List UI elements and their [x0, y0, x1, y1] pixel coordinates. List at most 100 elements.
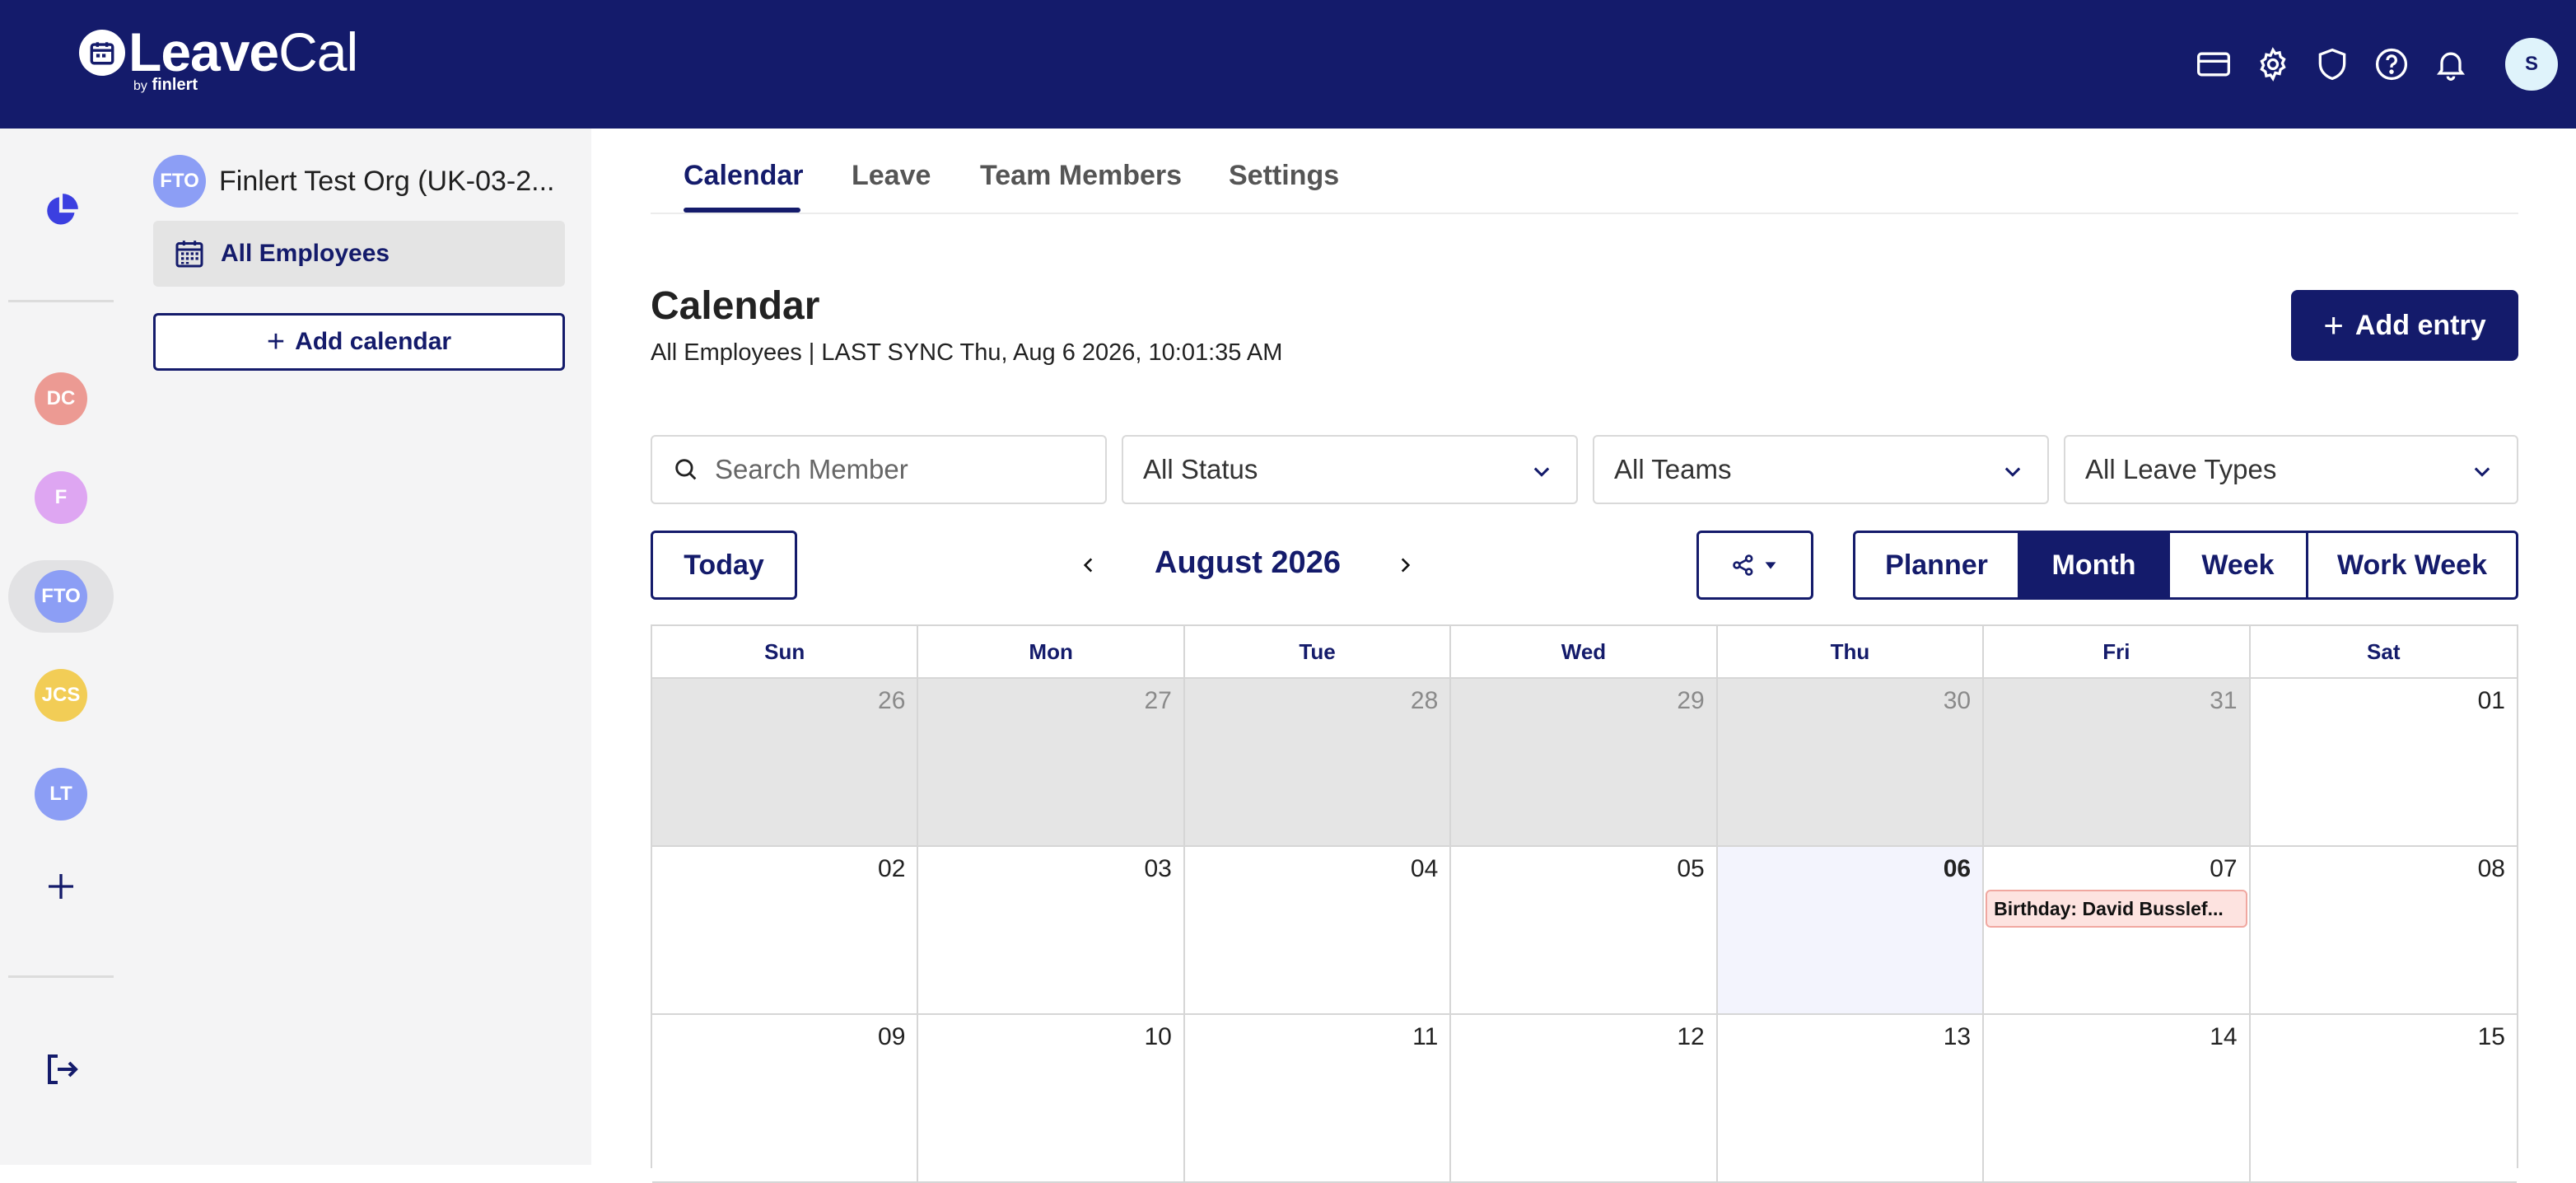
calendar-day-cell[interactable]: 11 [1184, 1015, 1452, 1183]
calendar-day-cell[interactable]: 29 [1451, 679, 1718, 847]
add-calendar-button[interactable]: + Add calendar [153, 313, 565, 371]
current-month-label: August 2026 [1155, 545, 1341, 580]
logo-byline: by finlert [133, 76, 198, 94]
calendar-day-cell[interactable]: 27 [918, 679, 1185, 847]
month-calendar-grid: Sun Mon Tue Wed Thu Fri Sat 26 27 28 29 30 31 01 02 03 0… [651, 624, 2518, 1183]
view-switcher: Planner Month Week Work Week [1853, 531, 2518, 600]
workspace-avatar: JCS [35, 669, 87, 722]
top-bar-actions: S [2184, 0, 2576, 129]
search-member-input[interactable]: Search Member [651, 435, 1107, 504]
rail-workspace-f[interactable]: F [8, 461, 114, 534]
view-month-button[interactable]: Month [2020, 533, 2170, 597]
day-number: 29 [1677, 687, 1705, 714]
rail-workspace-jcs[interactable]: JCS [8, 659, 114, 732]
page-title: Calendar [651, 284, 820, 328]
day-number: 27 [1144, 687, 1172, 714]
calendar-day-cell[interactable]: 02 [652, 847, 919, 1015]
calendar-icon [175, 241, 203, 268]
leavecal-logo[interactable]: LeaveCal by finlert [79, 25, 358, 99]
calendar-day-cell[interactable]: 30 [1717, 679, 1985, 847]
calendar-day-cell[interactable]: 28 [1184, 679, 1452, 847]
gear-icon[interactable] [2243, 35, 2303, 94]
day-number: 01 [2477, 687, 2505, 714]
add-workspace-plus-icon[interactable] [8, 850, 114, 923]
view-work-week-button[interactable]: Work Week [2308, 533, 2516, 597]
bell-icon[interactable] [2421, 35, 2480, 94]
today-button[interactable]: Today [651, 531, 797, 600]
day-number: 09 [878, 1023, 906, 1050]
calendar-day-cell[interactable]: 05 [1451, 847, 1718, 1015]
search-icon [675, 459, 697, 480]
calendar-day-cell[interactable]: 08 [2250, 847, 2517, 1015]
calendar-day-cell[interactable]: 04 [1184, 847, 1452, 1015]
weekday-header-mon: Mon [918, 626, 1185, 679]
calendar-item-all-employees[interactable]: All Employees [153, 221, 565, 287]
weekday-header-tue: Tue [1184, 626, 1452, 679]
tab-team-members[interactable]: Team Members [980, 160, 1182, 192]
billing-card-icon[interactable] [2184, 35, 2243, 94]
calendar-day-cell[interactable]: 01 [2250, 679, 2517, 847]
day-number: 05 [1677, 855, 1705, 882]
calendar-item-label: All Employees [221, 240, 390, 267]
tab-leave[interactable]: Leave [852, 160, 931, 192]
leave-types-select[interactable]: All Leave Types [2064, 435, 2518, 504]
day-number: 31 [2210, 687, 2238, 714]
day-number: 03 [1144, 855, 1172, 882]
workspace-avatar: LT [35, 768, 87, 821]
workspace-rail: DC F FTO JCS LT [0, 129, 127, 1165]
logout-icon[interactable] [8, 1033, 114, 1106]
calendar-day-cell[interactable]: 31 [1984, 679, 2251, 847]
view-week-button[interactable]: Week [2170, 533, 2308, 597]
active-tab-indicator [684, 208, 800, 213]
shield-icon[interactable] [2303, 35, 2362, 94]
view-planner-button[interactable]: Planner [1855, 533, 2020, 597]
day-number: 12 [1677, 1023, 1705, 1050]
share-icon [1733, 554, 1753, 576]
workspace-avatar: DC [35, 372, 87, 425]
calendar-event-birthday[interactable]: Birthday: David Busslef... [1986, 890, 2248, 928]
calendar-day-cell[interactable]: 06 [1717, 847, 1985, 1015]
help-icon[interactable] [2362, 35, 2421, 94]
org-avatar: FTO [153, 155, 206, 208]
add-entry-label: Add entry [2354, 309, 2486, 341]
day-number: 11 [1412, 1023, 1439, 1050]
plus-icon: + [266, 325, 286, 359]
dashboard-pie-icon[interactable] [8, 175, 114, 247]
tab-settings[interactable]: Settings [1229, 160, 1339, 192]
day-number: 06 [1943, 855, 1972, 882]
main-tabs: Calendar Leave Team Members Settings [651, 129, 2518, 214]
org-name: Finlert Test Org (UK-03-2... [219, 165, 555, 197]
calendar-day-cell[interactable]: 26 [652, 679, 919, 847]
weekday-header-sun: Sun [652, 626, 919, 679]
day-number: 07 [2210, 855, 2238, 882]
calendar-day-cell[interactable]: 15 [2250, 1015, 2517, 1183]
prev-month-chevron-left-icon[interactable] [1069, 545, 1108, 585]
next-month-chevron-right-icon[interactable] [1385, 545, 1425, 585]
caret-down-icon [1765, 562, 1776, 569]
calendar-day-cell[interactable]: 13 [1717, 1015, 1985, 1183]
add-entry-button[interactable]: + Add entry [2291, 290, 2518, 361]
calendar-day-cell[interactable]: 12 [1451, 1015, 1718, 1183]
calendar-day-cell[interactable]: 10 [918, 1015, 1185, 1183]
status-select[interactable]: All Status [1122, 435, 1578, 504]
rail-workspace-lt[interactable]: LT [8, 758, 114, 830]
rail-workspace-dc[interactable]: DC [8, 362, 114, 435]
calendar-day-cell[interactable]: 14 [1984, 1015, 2251, 1183]
tab-calendar[interactable]: Calendar [684, 160, 804, 192]
add-calendar-label: Add calendar [295, 328, 452, 355]
top-bar: LeaveCal by finlert S [0, 0, 2576, 129]
weekday-header-sat: Sat [2250, 626, 2517, 679]
weekday-header-wed: Wed [1451, 626, 1718, 679]
teams-select[interactable]: All Teams [1593, 435, 2049, 504]
rail-workspace-fto[interactable]: FTO [8, 560, 114, 633]
calendar-day-cell[interactable]: 07 Birthday: David Busslef... [1984, 847, 2251, 1015]
workspace-avatar: F [35, 471, 87, 524]
calendar-day-cell[interactable]: 09 [652, 1015, 919, 1183]
day-number: 10 [1144, 1023, 1172, 1050]
workspace-avatar: FTO [35, 570, 87, 623]
rail-divider [8, 300, 114, 302]
rail-divider [8, 975, 114, 978]
user-avatar[interactable]: S [2505, 38, 2558, 91]
share-dropdown-button[interactable] [1696, 531, 1813, 600]
calendar-day-cell[interactable]: 03 [918, 847, 1185, 1015]
